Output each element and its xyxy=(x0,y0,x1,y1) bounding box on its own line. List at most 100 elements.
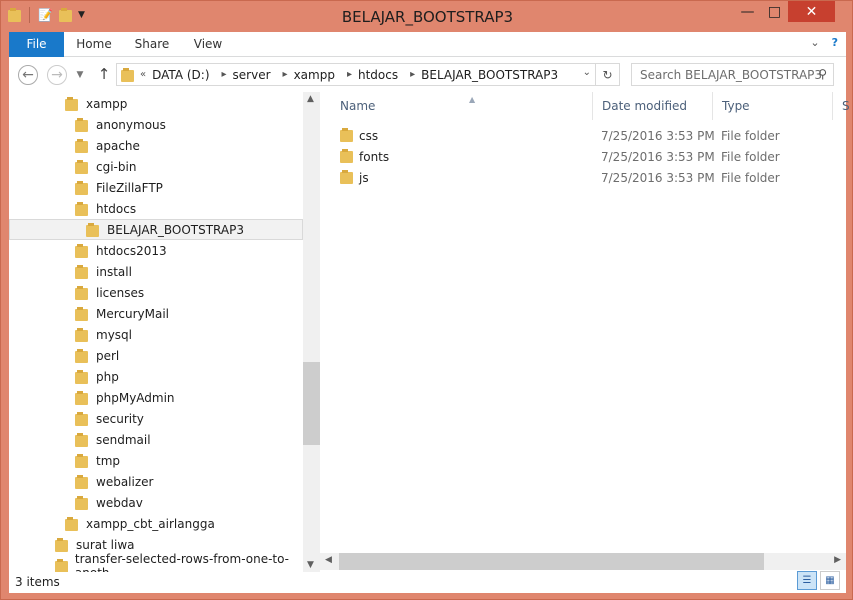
tree-item[interactable]: mysql xyxy=(9,324,303,345)
folder-icon xyxy=(75,390,88,405)
tree-item[interactable]: MercuryMail xyxy=(9,303,303,324)
file-type: File folder xyxy=(721,170,780,185)
tree-item[interactable]: htdocs xyxy=(9,198,303,219)
file-row[interactable]: css 7/25/2016 3:53 PM File folder xyxy=(331,125,841,146)
tree-item[interactable]: tmp xyxy=(9,450,303,471)
tree-item[interactable]: anonymous xyxy=(9,114,303,135)
up-button[interactable]: ↑ xyxy=(93,63,115,85)
breadcrumb-drive[interactable]: DATA (D:) xyxy=(152,68,209,82)
breadcrumb-arrow-icon[interactable]: ▸ xyxy=(222,69,227,80)
file-date-modified: 7/25/2016 3:53 PM xyxy=(601,128,715,143)
file-list[interactable]: ▲ Name Date modified Type S css 7/25/2016… xyxy=(320,92,850,572)
ribbon-controls: ⌄ ? xyxy=(810,36,838,49)
tree-item[interactable]: xampp xyxy=(9,93,303,114)
tree-item-label: tmp xyxy=(96,453,121,468)
tree-item[interactable]: webalizer xyxy=(9,471,303,492)
tree-item-label: licenses xyxy=(96,285,145,300)
horizontal-scroll-thumb[interactable] xyxy=(339,553,764,570)
tree-item[interactable]: FileZillaFTP xyxy=(9,177,303,198)
tree-item[interactable]: phpMyAdmin xyxy=(9,387,303,408)
scroll-right-icon[interactable]: ▶ xyxy=(834,555,841,565)
tree-item[interactable]: htdocs2013 xyxy=(9,240,303,261)
status-bar: 3 items xyxy=(9,571,846,593)
tab-home[interactable]: Home xyxy=(71,32,117,57)
address-dropdown-icon[interactable]: ⌄ xyxy=(583,67,591,78)
column-name[interactable]: ▲ Name xyxy=(331,92,592,120)
file-date-modified: 7/25/2016 3:53 PM xyxy=(601,149,715,164)
tab-file[interactable]: File xyxy=(9,32,64,57)
scroll-down-icon[interactable]: ▼ xyxy=(307,560,314,570)
large-icons-view-icon[interactable]: ▦ xyxy=(820,571,840,590)
tree-item-label: webdav xyxy=(96,495,143,510)
expand-ribbon-icon[interactable]: ⌄ xyxy=(810,36,819,49)
navigation-pane[interactable]: xampp anonymous apache cgi-bin FileZillaFTP h… xyxy=(9,92,320,572)
tree-item[interactable]: install xyxy=(9,261,303,282)
horizontal-scrollbar[interactable]: ◀ ▶ xyxy=(320,553,846,570)
search-placeholder: Search BELAJAR_BOOTSTRAP3 xyxy=(640,67,823,82)
folder-icon xyxy=(340,149,353,163)
tree-item[interactable]: webdav xyxy=(9,492,303,513)
column-date-modified[interactable]: Date modified xyxy=(592,92,712,120)
tree-item-label: perl xyxy=(96,348,120,363)
folder-icon xyxy=(75,117,88,132)
address-bar[interactable]: « DATA (D:) ▸ server ▸ xampp ▸ htdocs ▸ … xyxy=(116,63,596,86)
tree-item[interactable]: apache xyxy=(9,135,303,156)
folder-icon xyxy=(75,495,88,510)
folder-icon xyxy=(75,306,88,321)
column-headers: ▲ Name Date modified Type S xyxy=(320,92,850,120)
breadcrumb-xampp[interactable]: xampp xyxy=(294,68,335,82)
breadcrumb-arrow-icon[interactable]: ▸ xyxy=(283,69,288,80)
forward-button[interactable]: → xyxy=(47,65,67,85)
recent-locations-icon[interactable]: ▼ xyxy=(69,64,91,86)
tree-item-selected[interactable]: BELAJAR_BOOTSTRAP3 xyxy=(9,219,303,240)
navigation-bar: ← → ▼ ↑ « DATA (D:) ▸ server ▸ xampp ▸ h… xyxy=(9,57,846,92)
file-row[interactable]: fonts 7/25/2016 3:53 PM File folder xyxy=(331,146,841,167)
minimize-button[interactable]: — xyxy=(734,1,761,22)
maximize-button[interactable]: □ xyxy=(761,1,788,22)
details-view-icon[interactable]: ☰ xyxy=(797,571,817,590)
tree-item[interactable]: licenses xyxy=(9,282,303,303)
search-box[interactable]: Search BELAJAR_BOOTSTRAP3 ⚲ xyxy=(631,63,834,86)
search-icon[interactable]: ⚲ xyxy=(818,67,827,81)
tree-item-label: security xyxy=(96,411,144,426)
tree-item[interactable]: perl xyxy=(9,345,303,366)
tree-item[interactable]: sendmail xyxy=(9,429,303,450)
tree-item-label: BELAJAR_BOOTSTRAP3 xyxy=(107,222,244,237)
tree-item[interactable]: xampp_cbt_airlangga xyxy=(9,513,303,534)
tree-item-label: surat liwa xyxy=(76,537,135,552)
back-button[interactable]: ← xyxy=(18,65,38,85)
folder-icon xyxy=(75,243,88,258)
tree-item[interactable]: php xyxy=(9,366,303,387)
tree-item-label: htdocs xyxy=(96,201,137,216)
tree-scroll-thumb[interactable] xyxy=(303,362,320,445)
breadcrumb-current[interactable]: BELAJAR_BOOTSTRAP3 xyxy=(421,68,558,82)
scroll-up-icon[interactable]: ▲ xyxy=(307,94,314,104)
breadcrumb-arrow-icon[interactable]: ▸ xyxy=(347,69,352,80)
tree-scrollbar[interactable]: ▲ ▼ xyxy=(303,92,320,572)
folder-icon xyxy=(340,170,353,184)
column-type[interactable]: Type xyxy=(712,92,832,120)
tree-item[interactable]: cgi-bin xyxy=(9,156,303,177)
file-date-modified: 7/25/2016 3:53 PM xyxy=(601,170,715,185)
scroll-left-icon[interactable]: ◀ xyxy=(325,555,332,565)
folder-icon xyxy=(75,369,88,384)
tab-view[interactable]: View xyxy=(185,32,231,57)
close-button[interactable]: ✕ xyxy=(788,1,835,22)
title-bar[interactable]: 📝 ▼ BELAJAR_BOOTSTRAP3 — □ ✕ xyxy=(1,1,853,32)
tree-item-label: transfer-selected-rows-from-one-to-anoth xyxy=(74,551,290,573)
folder-icon xyxy=(75,411,88,426)
file-row[interactable]: js 7/25/2016 3:53 PM File folder xyxy=(331,167,841,188)
help-icon[interactable]: ? xyxy=(832,36,838,49)
tree-item[interactable]: transfer-selected-rows-from-one-to-anoth xyxy=(9,551,303,573)
file-type: File folder xyxy=(721,149,780,164)
tree-item[interactable]: security xyxy=(9,408,303,429)
breadcrumb-htdocs[interactable]: htdocs xyxy=(358,68,398,82)
breadcrumb-server[interactable]: server xyxy=(233,68,271,82)
overflow-chevron-icon[interactable]: « xyxy=(140,69,146,80)
column-size[interactable]: S xyxy=(832,92,852,120)
refresh-button[interactable]: ↻ xyxy=(596,63,620,86)
folder-icon xyxy=(75,453,88,468)
breadcrumb-arrow-icon[interactable]: ▸ xyxy=(410,69,415,80)
folder-icon xyxy=(55,558,68,572)
tab-share[interactable]: Share xyxy=(129,32,175,57)
